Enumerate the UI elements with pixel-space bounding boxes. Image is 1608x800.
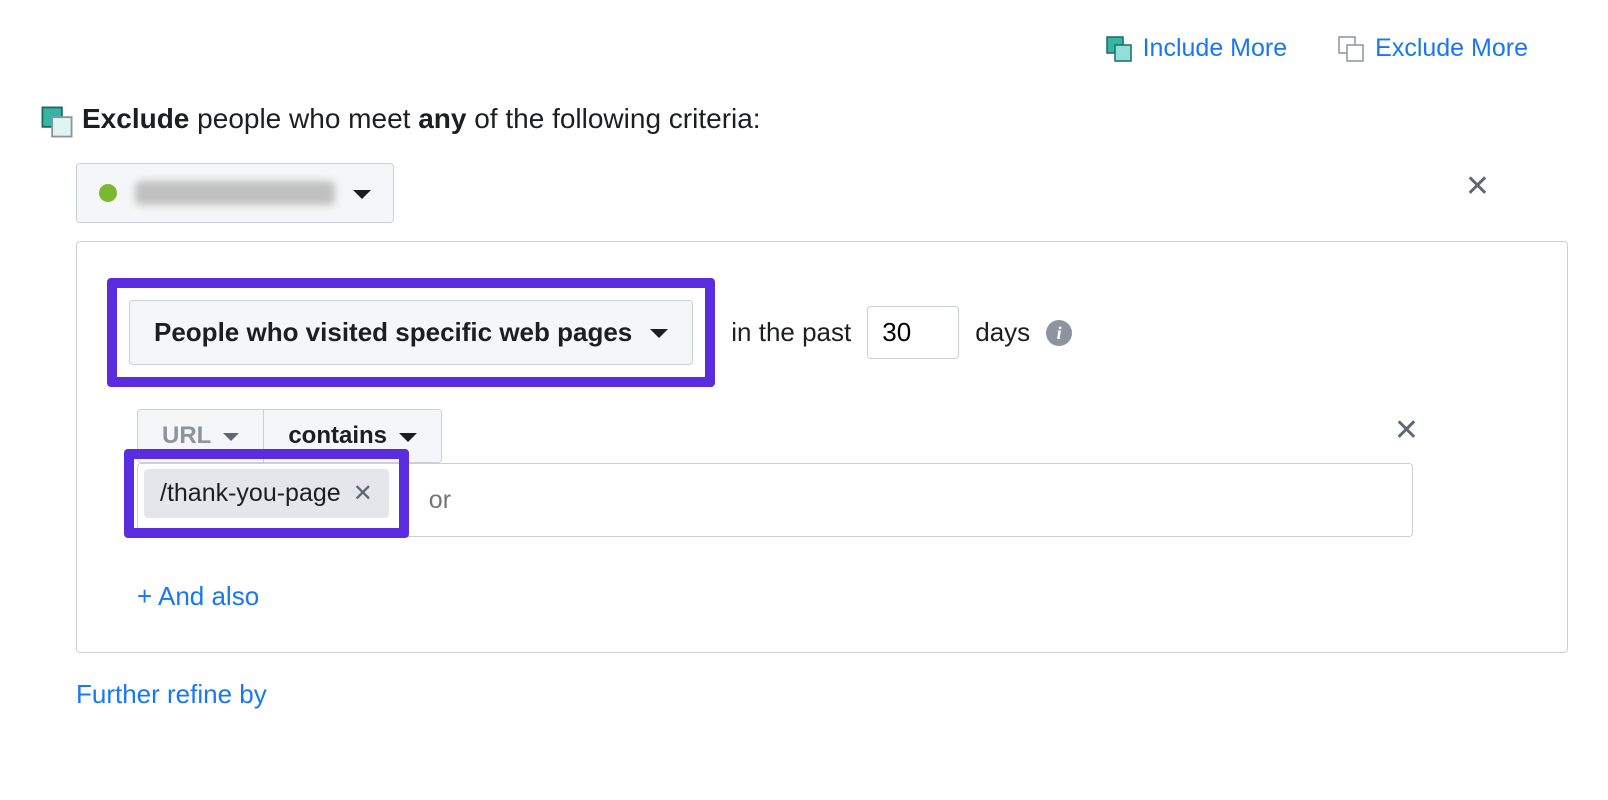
pixel-status-dot-icon (99, 184, 117, 202)
criteria-box: People who visited specific web pages in… (76, 241, 1568, 653)
days-label: days (975, 317, 1030, 348)
url-chip-label: /thank-you-page (160, 479, 341, 508)
chevron-down-icon (353, 190, 371, 199)
and-also-link[interactable]: + And also (137, 581, 1537, 612)
url-value-input[interactable] (427, 485, 527, 516)
pixel-source-dropdown[interactable] (76, 163, 394, 223)
url-field-label: URL (162, 422, 211, 450)
exclude-text-1: people who meet (189, 103, 418, 134)
remove-criteria-group-button[interactable]: ✕ (1465, 172, 1490, 202)
exclude-icon (1337, 35, 1365, 63)
remove-url-rule-button[interactable]: ✕ (1394, 413, 1419, 448)
chevron-down-icon (399, 433, 417, 442)
chevron-down-icon (223, 433, 239, 441)
include-icon (1105, 35, 1133, 63)
include-more-label: Include More (1143, 34, 1288, 63)
include-more-link[interactable]: Include More (1105, 34, 1288, 63)
highlight-rule-type: People who visited specific web pages (107, 278, 715, 387)
exclude-more-label: Exclude More (1375, 34, 1528, 63)
pixel-name-label (135, 181, 335, 205)
rule-type-dropdown[interactable]: People who visited specific web pages (129, 300, 693, 365)
remove-chip-button[interactable]: ✕ (353, 479, 373, 508)
rule-type-label: People who visited specific web pages (154, 317, 632, 348)
highlight-url-chip: /thank-you-page ✕ (124, 449, 409, 538)
chevron-down-icon (650, 329, 668, 338)
exclude-word: Exclude (82, 103, 189, 134)
in-the-past-label: in the past (731, 317, 851, 348)
url-operator-label: contains (288, 422, 387, 450)
days-input[interactable] (867, 306, 959, 359)
exclude-heading: Exclude people who meet any of the follo… (40, 103, 1568, 135)
url-values-input[interactable]: /thank-you-page ✕ (137, 463, 1413, 537)
info-icon[interactable]: i (1046, 320, 1072, 346)
exclude-more-link[interactable]: Exclude More (1337, 34, 1528, 63)
further-refine-link[interactable]: Further refine by (76, 679, 1568, 710)
exclude-heading-icon (40, 105, 68, 133)
exclude-any: any (418, 103, 466, 134)
url-chip: /thank-you-page ✕ (144, 469, 389, 518)
exclude-text-2: of the following criteria: (466, 103, 760, 134)
